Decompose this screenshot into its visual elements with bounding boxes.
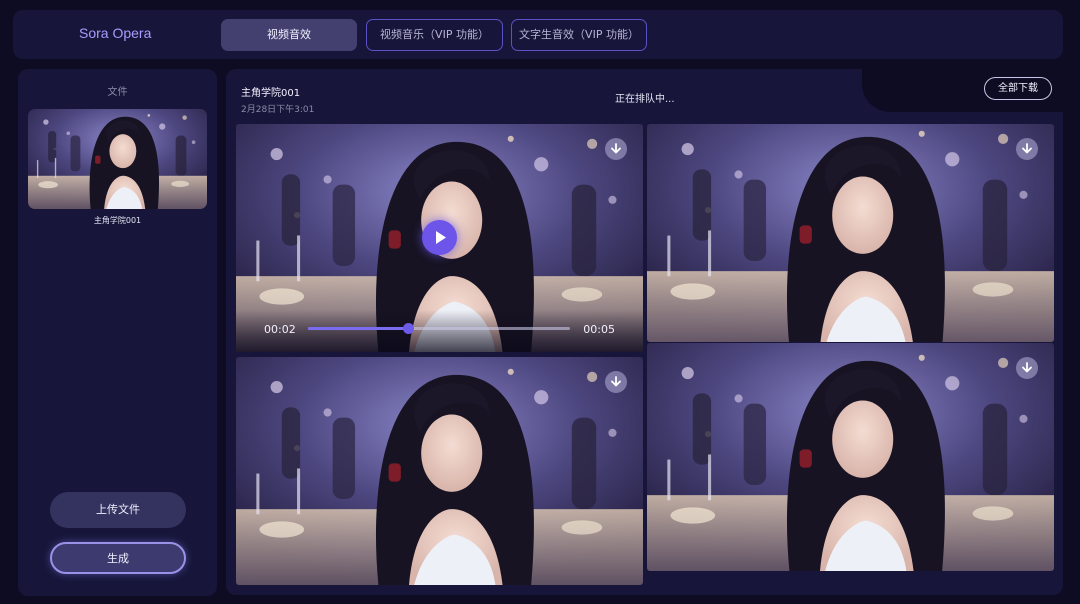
tab-video-sfx[interactable]: 视频音效 bbox=[221, 19, 357, 51]
results-panel: 主角学院001 2月28日下午3:01 正在排队中... 全部下载 00:02 … bbox=[226, 68, 1066, 595]
download-icon[interactable] bbox=[605, 371, 627, 393]
upload-file-button[interactable]: 上传文件 bbox=[50, 492, 186, 528]
generate-button[interactable]: 生成 bbox=[50, 542, 186, 574]
progress-slider[interactable] bbox=[308, 323, 570, 334]
top-bar: Sora Opera 视频音效 视频音乐（VIP 功能） 文字生音效（VIP 功… bbox=[13, 10, 1063, 59]
file-name: 主角学院001 bbox=[93, 216, 142, 225]
file-thumbnail[interactable] bbox=[28, 109, 207, 209]
video-frame bbox=[236, 357, 643, 585]
video-card-3[interactable] bbox=[236, 357, 643, 585]
video-frame bbox=[647, 124, 1054, 342]
project-title: 主角学院001 bbox=[241, 88, 301, 99]
progress-fill bbox=[308, 327, 408, 330]
video-card-4[interactable] bbox=[647, 343, 1054, 571]
duration: 00:05 bbox=[583, 323, 615, 336]
tab-text-to-sfx[interactable]: 文字生音效（VIP 功能） bbox=[511, 19, 647, 51]
video-card-1[interactable]: 00:02 00:05 bbox=[236, 124, 643, 352]
tab-video-music[interactable]: 视频音乐（VIP 功能） bbox=[366, 19, 503, 51]
queue-status: 正在排队中... bbox=[615, 94, 675, 105]
progress-handle[interactable] bbox=[402, 323, 414, 334]
thumbnail-image bbox=[28, 109, 207, 209]
current-time: 00:02 bbox=[264, 323, 296, 336]
player-controls: 00:02 00:05 bbox=[236, 310, 643, 352]
play-icon[interactable] bbox=[422, 220, 457, 255]
app-logo: Sora Opera bbox=[79, 25, 152, 41]
project-date: 2月28日下午3:01 bbox=[241, 105, 315, 115]
sidebar-title: 文件 bbox=[107, 87, 128, 98]
file-sidebar: 文件 主角学院001 上传文件 生成 bbox=[18, 69, 217, 596]
download-all-button[interactable]: 全部下载 bbox=[984, 77, 1052, 100]
download-icon[interactable] bbox=[1016, 138, 1038, 160]
video-card-2[interactable] bbox=[647, 124, 1054, 342]
download-icon[interactable] bbox=[605, 138, 627, 160]
video-frame bbox=[647, 343, 1054, 571]
download-icon[interactable] bbox=[1016, 357, 1038, 379]
